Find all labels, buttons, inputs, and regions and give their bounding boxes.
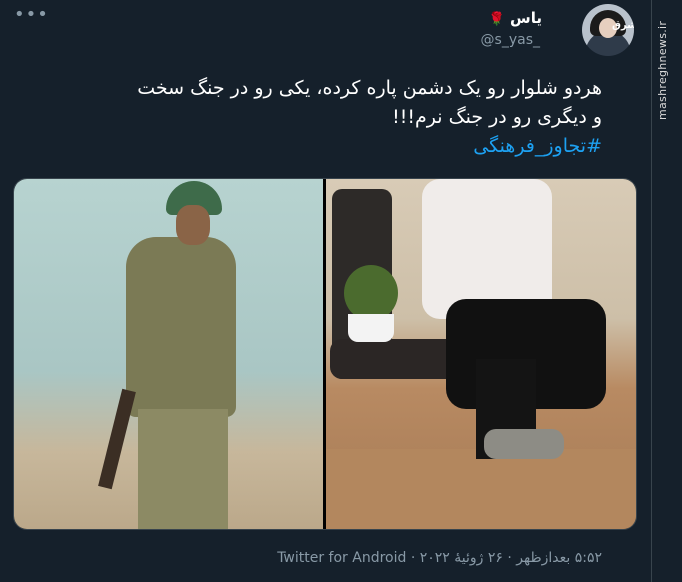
tweet-date[interactable]: ۲۶ ژوئیهٔ ۲۰۲۲ xyxy=(420,550,503,566)
floor-shape xyxy=(326,449,636,529)
shirt-shape xyxy=(422,179,552,319)
tweet-media[interactable] xyxy=(13,178,637,530)
shoes-shape xyxy=(484,429,564,459)
avatar-stamp: مشرق xyxy=(612,20,634,31)
ripped-jeans-photo[interactable] xyxy=(326,179,636,529)
more-options-icon[interactable]: ••• xyxy=(14,4,49,25)
author-handle[interactable]: @s_yas_ xyxy=(481,32,540,48)
plant-shape xyxy=(344,265,398,321)
rose-icon: 🌹 xyxy=(488,12,505,27)
watermark: mashreghnews.ir xyxy=(656,20,669,120)
tweet-time[interactable]: ۵:۵۲ بعدازظهر xyxy=(516,550,602,566)
soldier-body xyxy=(126,237,236,417)
soldier-face xyxy=(176,205,210,245)
author-name-block[interactable]: یاس 🌹 xyxy=(487,8,542,27)
soldier-photo[interactable] xyxy=(14,179,323,529)
tweet-text-line-1: هردو شلوار رو یک دشمن پاره کرده، یکی رو … xyxy=(137,77,602,99)
rifle-shape xyxy=(98,388,136,490)
tweet-source[interactable]: Twitter for Android xyxy=(277,550,406,566)
tweet-footer: Twitter for Android · ۲۶ ژوئیهٔ ۲۰۲۲ · ۵… xyxy=(277,550,602,566)
avatar[interactable]: مشرق xyxy=(582,4,634,56)
author-display-name[interactable]: یاس xyxy=(510,9,542,27)
tweet-text-line-2: و دیگری رو در جنگ نرم!!! xyxy=(392,106,602,128)
tweet-card: ••• مشرق یاس 🌹 @s_yas_ هردو شلوار رو یک … xyxy=(0,0,650,582)
footer-separator-2: · xyxy=(507,550,512,566)
soldier-legs xyxy=(138,409,228,529)
plant-pot-shape xyxy=(348,314,394,342)
tweet-text: هردو شلوار رو یک دشمن پاره کرده، یکی رو … xyxy=(2,74,602,161)
hashtag-link[interactable]: #تجاوز_فرهنگی xyxy=(2,132,602,161)
vertical-divider xyxy=(651,0,652,582)
footer-separator: · xyxy=(410,550,416,566)
